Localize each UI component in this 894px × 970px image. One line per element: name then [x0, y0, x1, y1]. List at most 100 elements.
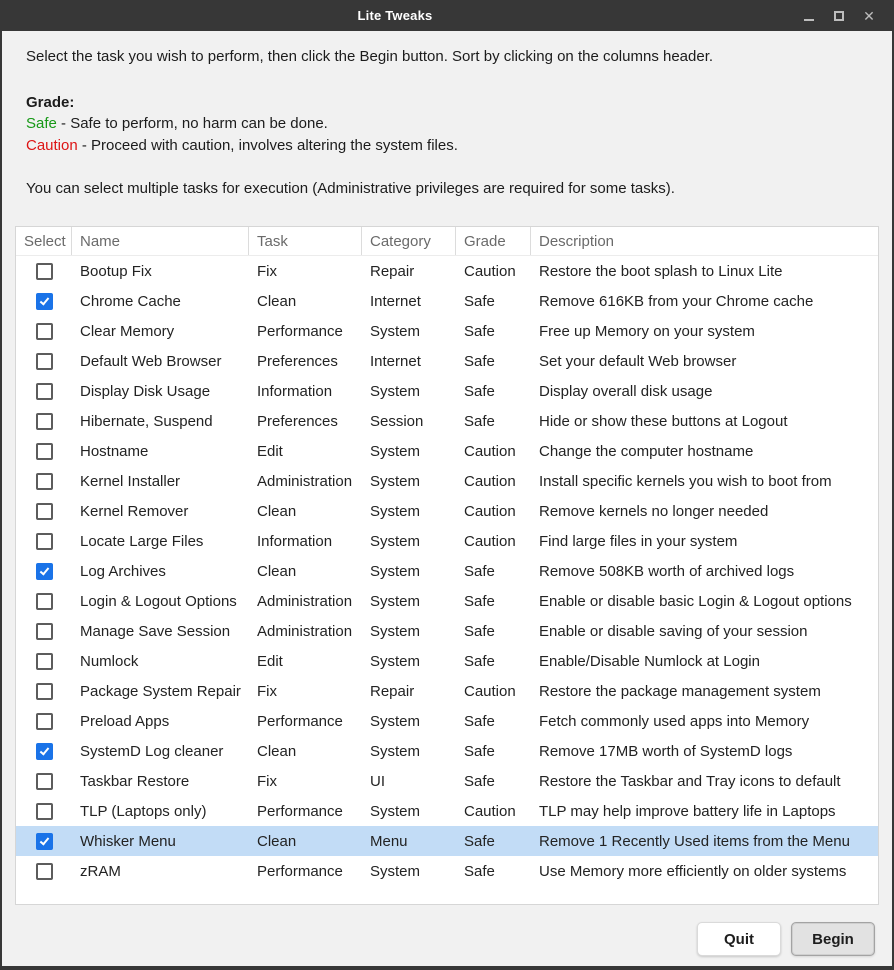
table-row[interactable]: Log Archives Clean System Safe Remove 50…: [16, 556, 878, 586]
cell-task: Edit: [249, 443, 362, 460]
cell-task: Clean: [249, 833, 362, 850]
table-row[interactable]: Taskbar Restore Fix UI Safe Restore the …: [16, 766, 878, 796]
column-header-category[interactable]: Category: [362, 227, 456, 255]
cell-grade: Safe: [456, 623, 531, 640]
column-header-select[interactable]: Select: [16, 227, 72, 255]
table-row[interactable]: SystemD Log cleaner Clean System Safe Re…: [16, 736, 878, 766]
column-header-grade[interactable]: Grade: [456, 227, 531, 255]
maximize-button[interactable]: [826, 4, 852, 28]
task-checkbox[interactable]: [36, 683, 53, 700]
cell-select: [16, 293, 72, 310]
cell-description: Display overall disk usage: [531, 383, 878, 400]
cell-task: Performance: [249, 713, 362, 730]
table-row[interactable]: Hibernate, Suspend Preferences Session S…: [16, 406, 878, 436]
minimize-button[interactable]: [796, 4, 822, 28]
task-checkbox[interactable]: [36, 803, 53, 820]
cell-name: Log Archives: [72, 563, 249, 580]
table-row[interactable]: Manage Save Session Administration Syste…: [16, 616, 878, 646]
cell-select: [16, 263, 72, 280]
table-row[interactable]: TLP (Laptops only) Performance System Ca…: [16, 796, 878, 826]
table-row[interactable]: Clear Memory Performance System Safe Fre…: [16, 316, 878, 346]
cell-description: Hide or show these buttons at Logout: [531, 413, 878, 430]
table-row[interactable]: Hostname Edit System Caution Change the …: [16, 436, 878, 466]
close-button[interactable]: ✕: [856, 4, 882, 28]
cell-grade: Safe: [456, 593, 531, 610]
window-content: Select the task you wish to perform, the…: [2, 31, 892, 966]
task-checkbox[interactable]: [36, 863, 53, 880]
cell-name: Locate Large Files: [72, 533, 249, 550]
cell-task: Clean: [249, 503, 362, 520]
cell-name: Hostname: [72, 443, 249, 460]
close-icon: ✕: [863, 9, 875, 23]
column-header-description[interactable]: Description: [531, 227, 878, 255]
cell-select: [16, 533, 72, 550]
table-row[interactable]: Chrome Cache Clean Internet Safe Remove …: [16, 286, 878, 316]
table-row[interactable]: Display Disk Usage Information System Sa…: [16, 376, 878, 406]
cell-description: Enable/Disable Numlock at Login: [531, 653, 878, 670]
table-row[interactable]: Kernel Remover Clean System Caution Remo…: [16, 496, 878, 526]
task-checkbox[interactable]: [36, 593, 53, 610]
cell-category: System: [362, 323, 456, 340]
task-checkbox[interactable]: [36, 263, 53, 280]
cell-name: SystemD Log cleaner: [72, 743, 249, 760]
cell-task: Clean: [249, 293, 362, 310]
titlebar[interactable]: Lite Tweaks ✕: [2, 0, 892, 31]
cell-description: Remove kernels no longer needed: [531, 503, 878, 520]
task-checkbox[interactable]: [36, 623, 53, 640]
task-checkbox[interactable]: [36, 443, 53, 460]
cell-category: System: [362, 503, 456, 520]
lite-tweaks-window: Lite Tweaks ✕ Select the task you wish t…: [0, 0, 894, 970]
table-row[interactable]: Whisker Menu Clean Menu Safe Remove 1 Re…: [16, 826, 878, 856]
cell-grade: Safe: [456, 743, 531, 760]
maximize-icon: [834, 11, 844, 21]
table-row[interactable]: zRAM Performance System Safe Use Memory …: [16, 856, 878, 886]
cell-task: Administration: [249, 473, 362, 490]
cell-grade: Safe: [456, 413, 531, 430]
table-row[interactable]: Package System Repair Fix Repair Caution…: [16, 676, 878, 706]
task-checkbox[interactable]: [36, 353, 53, 370]
task-checkbox[interactable]: [36, 833, 53, 850]
table-row[interactable]: Preload Apps Performance System Safe Fet…: [16, 706, 878, 736]
task-checkbox[interactable]: [36, 413, 53, 430]
cell-select: [16, 803, 72, 820]
task-checkbox[interactable]: [36, 713, 53, 730]
task-checkbox[interactable]: [36, 503, 53, 520]
table-row[interactable]: Locate Large Files Information System Ca…: [16, 526, 878, 556]
table-header: Select Name Task Category Grade Descript…: [16, 227, 878, 256]
task-checkbox[interactable]: [36, 653, 53, 670]
cell-task: Information: [249, 383, 362, 400]
cell-select: [16, 773, 72, 790]
cell-grade: Safe: [456, 383, 531, 400]
quit-button[interactable]: Quit: [697, 922, 781, 956]
task-checkbox[interactable]: [36, 743, 53, 760]
column-header-name[interactable]: Name: [72, 227, 249, 255]
cell-name: Login & Logout Options: [72, 593, 249, 610]
cell-name: Bootup Fix: [72, 263, 249, 280]
cell-name: Taskbar Restore: [72, 773, 249, 790]
cell-select: [16, 683, 72, 700]
table-row[interactable]: Numlock Edit System Safe Enable/Disable …: [16, 646, 878, 676]
cell-task: Fix: [249, 773, 362, 790]
cell-select: [16, 413, 72, 430]
safe-description: - Safe to perform, no harm can be done.: [57, 115, 328, 132]
task-checkbox[interactable]: [36, 473, 53, 490]
table-row[interactable]: Login & Logout Options Administration Sy…: [16, 586, 878, 616]
task-checkbox[interactable]: [36, 773, 53, 790]
table-row[interactable]: Kernel Installer Administration System C…: [16, 466, 878, 496]
begin-button[interactable]: Begin: [791, 922, 875, 956]
table-row[interactable]: Bootup Fix Fix Repair Caution Restore th…: [16, 256, 878, 286]
cell-category: System: [362, 473, 456, 490]
cell-description: Restore the Taskbar and Tray icons to de…: [531, 773, 878, 790]
task-checkbox[interactable]: [36, 563, 53, 580]
task-checkbox[interactable]: [36, 293, 53, 310]
cell-grade: Safe: [456, 323, 531, 340]
cell-category: Session: [362, 413, 456, 430]
cell-task: Fix: [249, 263, 362, 280]
table-row[interactable]: Default Web Browser Preferences Internet…: [16, 346, 878, 376]
task-checkbox[interactable]: [36, 533, 53, 550]
column-header-task[interactable]: Task: [249, 227, 362, 255]
task-checkbox[interactable]: [36, 323, 53, 340]
task-checkbox[interactable]: [36, 383, 53, 400]
cell-grade: Caution: [456, 683, 531, 700]
safe-word: Safe: [26, 115, 57, 132]
